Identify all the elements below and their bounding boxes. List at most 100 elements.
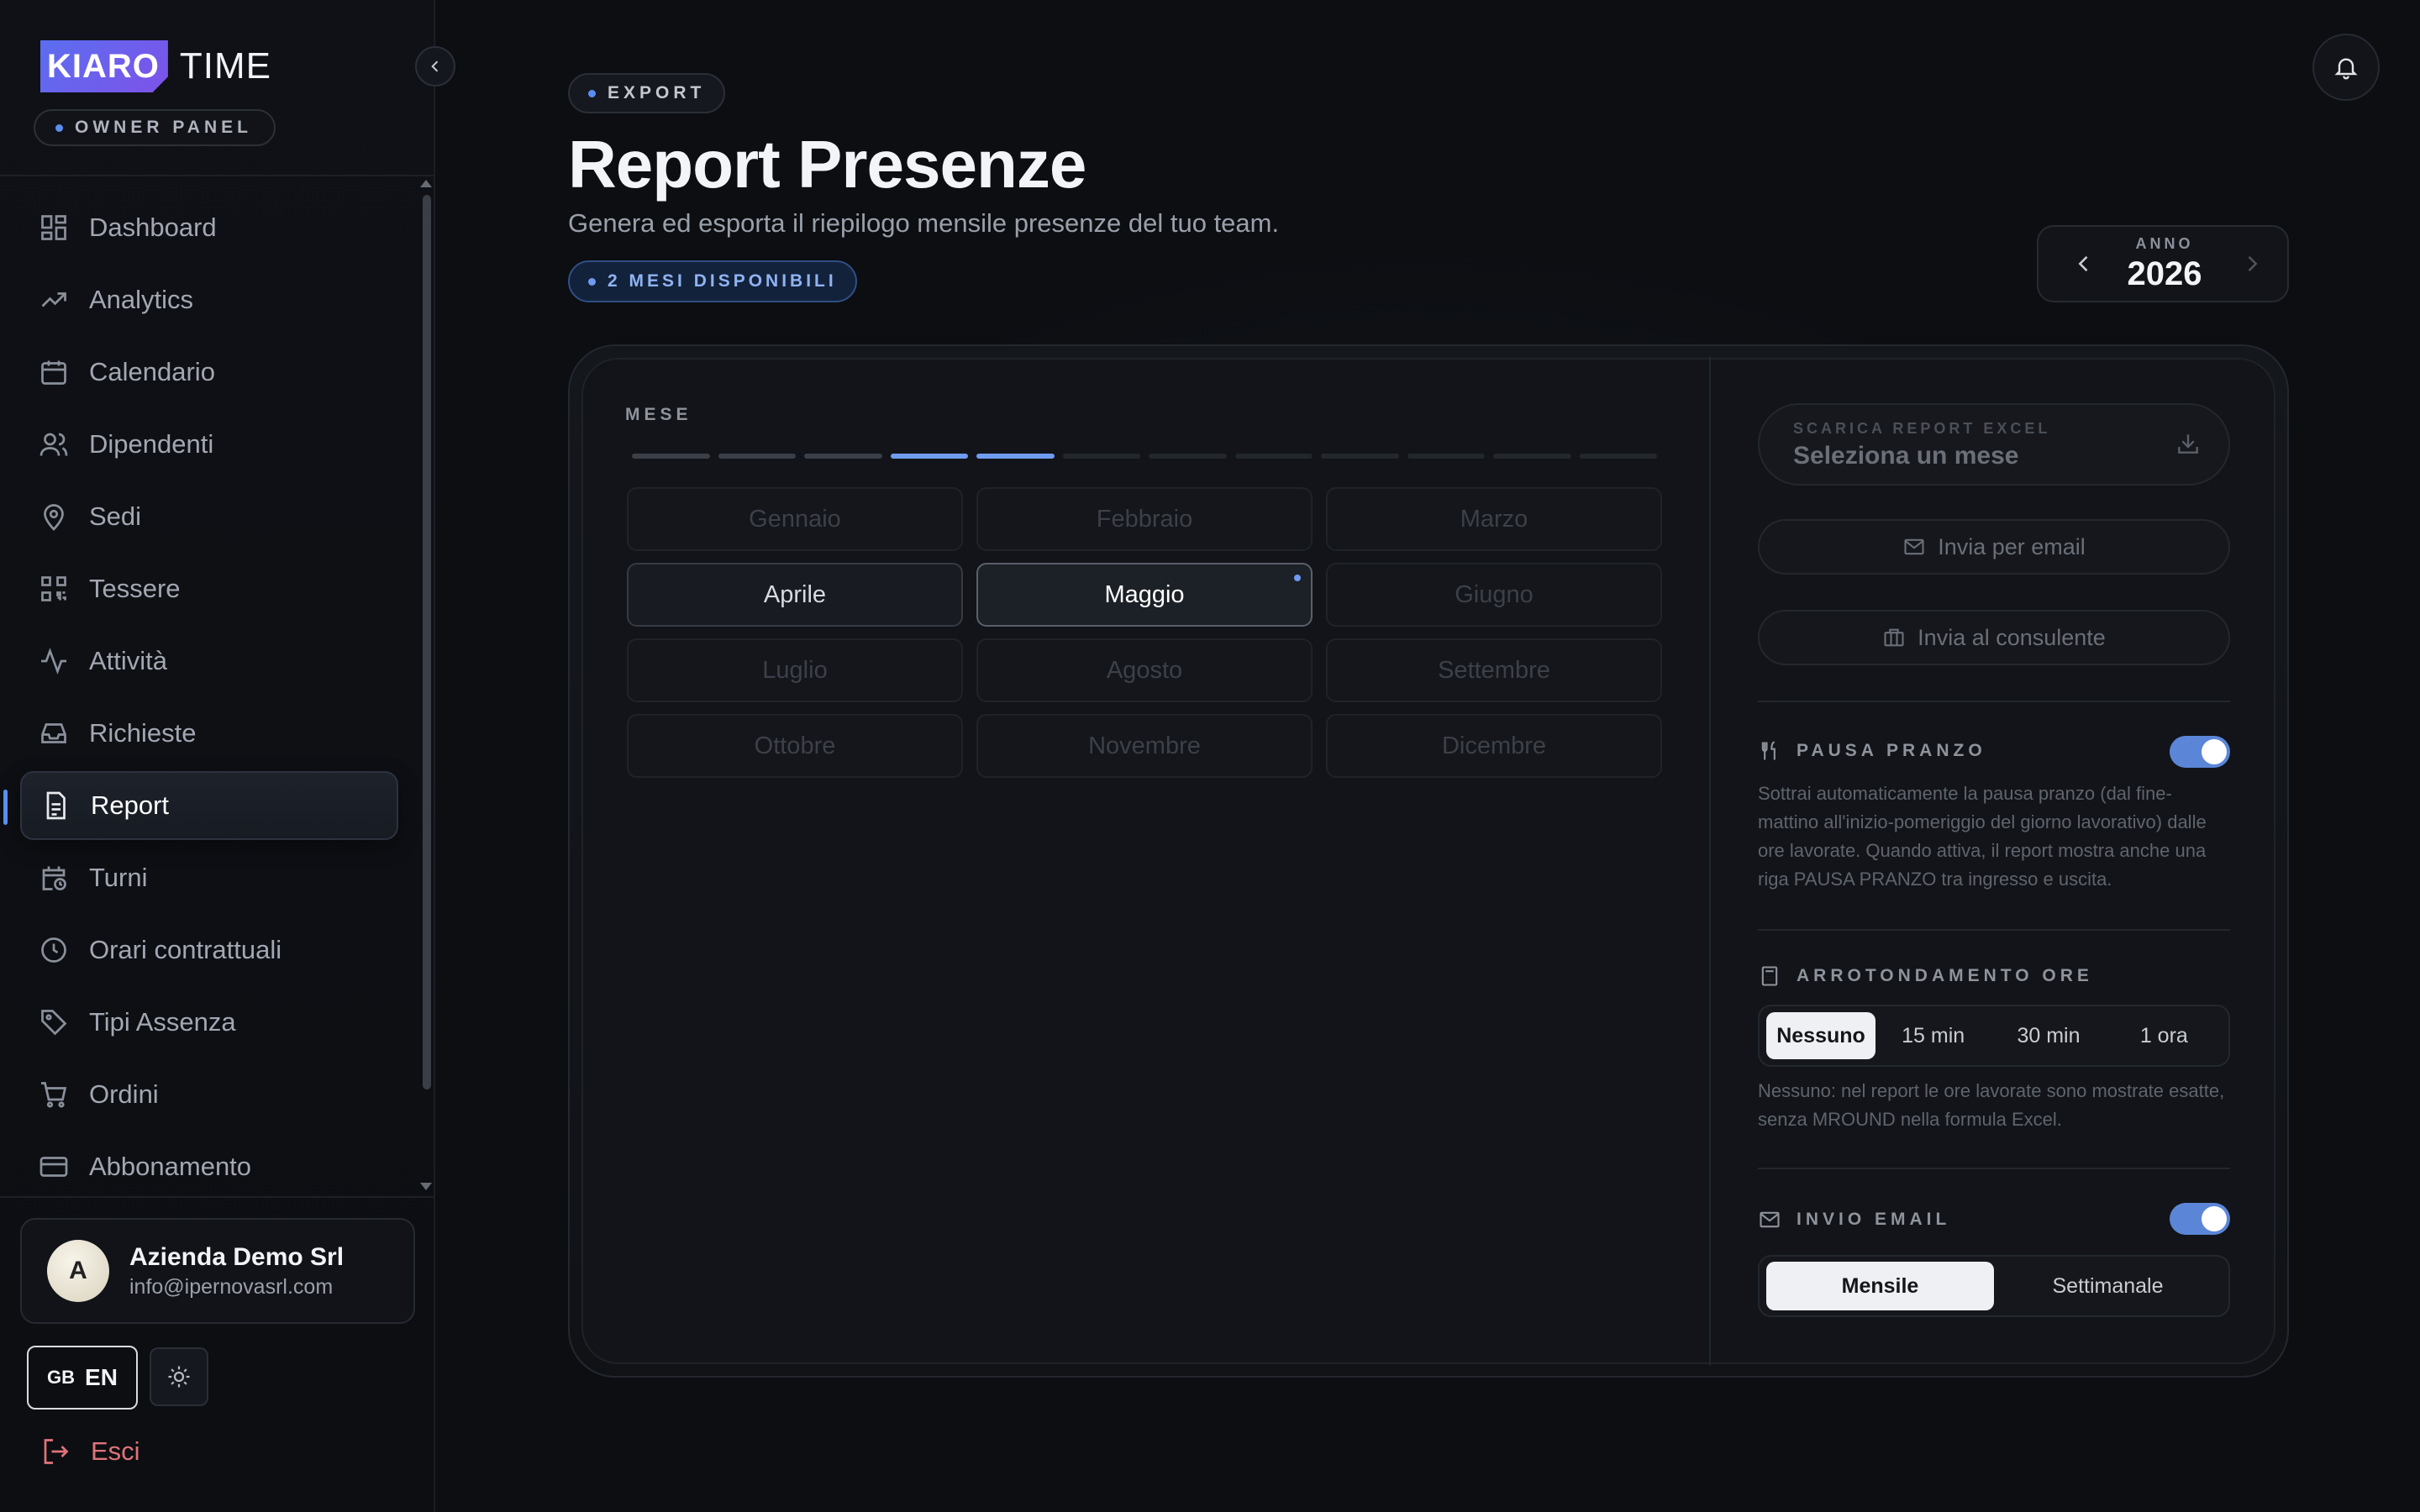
sidebar-item-tessere[interactable]: Tessere <box>20 554 398 623</box>
sidebar-item-ordini[interactable]: Ordini <box>20 1060 398 1129</box>
send-email-button[interactable]: Invia per email <box>1758 519 2230 575</box>
sidebar-item-richieste[interactable]: Richieste <box>20 699 398 768</box>
language-button[interactable]: GB EN <box>27 1346 138 1410</box>
month-giugno: Giugno <box>1326 563 1662 627</box>
sidebar-item-label: Attività <box>89 646 168 675</box>
qr-code-icon <box>41 576 66 601</box>
download-excel-button[interactable]: SCARICA REPORT EXCEL Seleziona un mese <box>1758 403 2230 486</box>
avatar: A <box>47 1240 109 1302</box>
sidebar-item-tipi-assenza[interactable]: Tipi Assenza <box>20 988 398 1057</box>
theme-toggle-button[interactable] <box>150 1347 208 1406</box>
trending-up-icon <box>41 292 66 307</box>
section-divider <box>1758 1168 2230 1169</box>
month-aprile[interactable]: Aprile <box>627 563 963 627</box>
progress-segment <box>1234 454 1313 459</box>
progress-segment <box>1321 454 1399 459</box>
download-icon <box>2175 430 2202 461</box>
tag-icon <box>41 1010 67 1036</box>
sidebar-item-label: Analytics <box>89 285 194 314</box>
toggle-knob <box>2202 739 2227 764</box>
logo-badge: KIARO <box>40 40 168 92</box>
month-novembre: Novembre <box>976 714 1313 778</box>
logout-button[interactable]: Esci <box>40 1436 140 1467</box>
sidebar-item-dipendenti[interactable]: Dipendenti <box>20 410 398 479</box>
progress-segment <box>1493 454 1571 459</box>
month-settembre: Settembre <box>1326 638 1662 702</box>
status-dot <box>588 89 596 97</box>
progress-segment <box>1062 454 1140 459</box>
month-picker-label: MESE <box>625 405 692 424</box>
email-send-label: INVIO EMAIL <box>1797 1210 1951 1229</box>
scroll-down-arrow[interactable] <box>420 1183 432 1190</box>
user-card[interactable]: A Azienda Demo Srl info@ipernovasrl.com <box>20 1218 415 1324</box>
sidebar-scrollbar-thumb[interactable] <box>423 195 431 1089</box>
sidebar: KIARO TIME OWNER PANEL Dashboard Analyti… <box>0 0 435 1512</box>
mail-icon <box>1760 1211 1780 1228</box>
sidebar-item-label: Tessere <box>89 574 181 603</box>
sidebar-item-analytics[interactable]: Analytics <box>20 265 398 334</box>
email-send-toggle[interactable] <box>2170 1203 2230 1235</box>
map-pin-icon <box>44 504 64 531</box>
sidebar-divider <box>0 175 435 176</box>
download-label: SCARICA REPORT EXCEL <box>1793 420 2051 437</box>
sidebar-item-label: Dashboard <box>89 213 217 242</box>
owner-panel-badge: OWNER PANEL <box>34 109 276 146</box>
rounding-option-1h[interactable]: 1 ora <box>2107 1012 2222 1059</box>
month-febbraio: Febbraio <box>976 487 1313 551</box>
send-consultant-button[interactable]: Invia al consulente <box>1758 610 2230 665</box>
sidebar-item-attivita[interactable]: Attività <box>20 627 398 696</box>
sidebar-item-label: Turni <box>89 863 148 892</box>
export-eyebrow-badge: EXPORT <box>568 73 726 113</box>
sidebar-item-orari-contrattuali[interactable]: Orari contrattuali <box>20 916 398 984</box>
available-months-badge: 2 MESI DISPONIBILI <box>568 260 857 302</box>
sidebar-divider <box>0 1196 435 1198</box>
chevron-left-icon <box>431 60 439 72</box>
rounding-option-15min[interactable]: 15 min <box>1876 1012 1991 1059</box>
month-ottobre: Ottobre <box>627 714 963 778</box>
briefcase-icon <box>1884 628 1904 647</box>
progress-segment <box>1407 454 1485 459</box>
current-month-dot <box>1294 575 1301 581</box>
bell-icon <box>2334 58 2358 80</box>
progress-segment <box>632 454 710 459</box>
rounding-label: ARROTONDAMENTO ORE <box>1797 966 2093 985</box>
sun-icon <box>168 1366 190 1388</box>
owner-panel-label: OWNER PANEL <box>75 118 252 137</box>
flag-icon: GB <box>47 1367 76 1388</box>
rounding-option-none[interactable]: Nessuno <box>1766 1012 1876 1059</box>
email-frequency-weekly[interactable]: Settimanale <box>1994 1262 2222 1310</box>
sidebar-item-abbonamento[interactable]: Abbonamento <box>20 1132 398 1201</box>
app-logo[interactable]: KIARO TIME <box>40 40 271 92</box>
rounding-option-30min[interactable]: 30 min <box>1991 1012 2106 1059</box>
sidebar-item-label: Sedi <box>89 501 142 531</box>
sidebar-item-label: Abbonamento <box>89 1152 252 1181</box>
progress-segment <box>804 454 882 459</box>
notifications-button[interactable] <box>2312 34 2380 101</box>
utensils-icon <box>1761 741 1776 760</box>
progress-segment <box>890 454 968 459</box>
email-frequency-segmented-control: Mensile Settimanale <box>1758 1255 2230 1317</box>
toggle-knob <box>2202 1206 2227 1231</box>
sidebar-item-sedi[interactable]: Sedi <box>20 482 398 551</box>
sidebar-item-turni[interactable]: Turni <box>20 843 398 912</box>
scroll-up-arrow[interactable] <box>420 180 432 187</box>
email-frequency-monthly[interactable]: Mensile <box>1766 1262 1994 1310</box>
collapse-sidebar-button[interactable] <box>415 46 455 87</box>
language-code: EN <box>85 1364 118 1390</box>
sidebar-item-calendario[interactable]: Calendario <box>20 338 398 407</box>
month-maggio[interactable]: Maggio <box>976 563 1313 627</box>
inbox-icon <box>41 723 66 743</box>
users-icon <box>39 433 68 456</box>
sidebar-item-dashboard[interactable]: Dashboard <box>20 193 398 262</box>
sidebar-item-label: Calendario <box>89 357 215 386</box>
progress-segment <box>976 454 1055 459</box>
lunch-break-description: Sottrai automaticamente la pausa pranzo … <box>1758 783 2207 890</box>
lunch-break-toggle[interactable] <box>2170 736 2230 768</box>
rounding-description: Nessuno: nel report le ore lavorate sono… <box>1758 1080 2225 1130</box>
send-email-label: Invia per email <box>1938 533 2086 559</box>
month-gennaio: Gennaio <box>627 487 963 551</box>
panel-divider <box>1709 356 1711 1366</box>
logo-text: TIME <box>179 45 271 87</box>
next-year-button[interactable] <box>2240 252 2264 280</box>
sidebar-item-report[interactable]: Report <box>20 771 398 840</box>
